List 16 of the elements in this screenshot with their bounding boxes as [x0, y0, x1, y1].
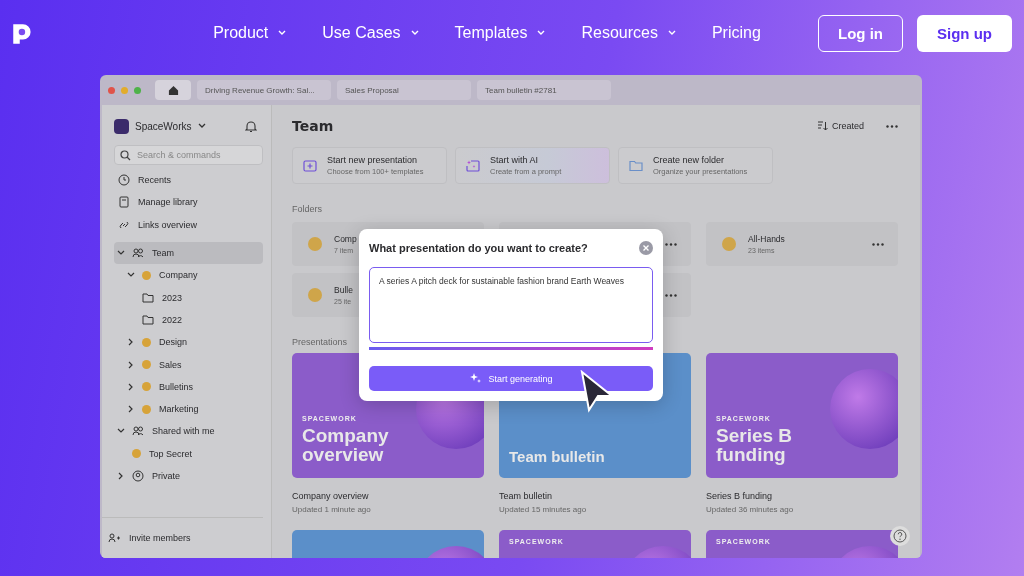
- folder-name: All-Hands: [748, 234, 785, 244]
- updated-time: Updated 36 minutes ago: [706, 505, 795, 514]
- dialog-title: What presentation do you want to create?: [369, 242, 588, 254]
- page-title: Team: [292, 118, 335, 134]
- section-label: Folders: [292, 204, 323, 214]
- folder-name: Bulle: [334, 285, 353, 295]
- slide-title: Series B funding: [716, 426, 794, 464]
- action-title: Start new presentation: [327, 155, 419, 165]
- section-label: Presentations: [292, 337, 349, 347]
- slide-title: Company overview: [302, 426, 390, 464]
- slide-title: Team bulletin: [509, 449, 606, 464]
- updated-time: Updated 1 minute ago: [292, 505, 372, 514]
- action-title: Start with AI: [490, 155, 540, 165]
- updated-time: Updated 15 minutes ago: [499, 505, 588, 514]
- action-title: Create new folder: [653, 155, 726, 165]
- folder-name: Comp: [334, 234, 357, 244]
